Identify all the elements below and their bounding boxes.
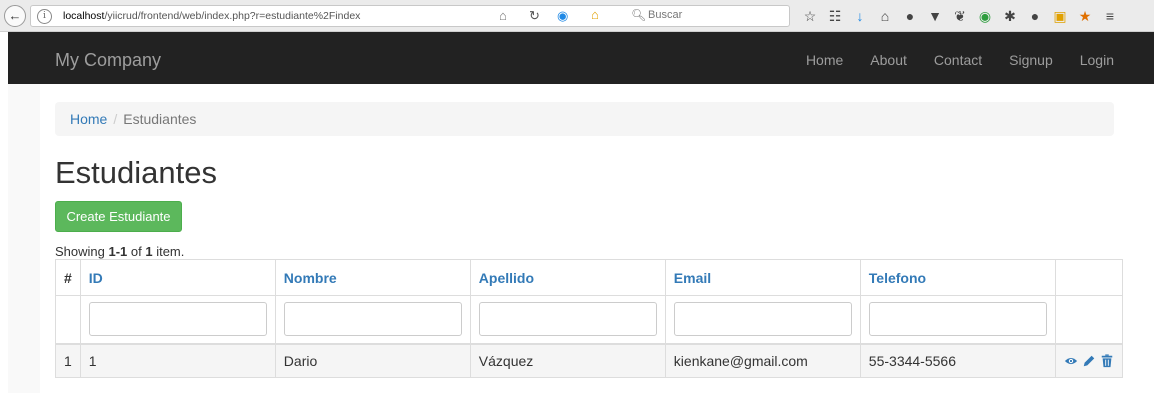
nav-contact[interactable]: Contact <box>934 52 982 68</box>
evernote-icon[interactable]: ❦ <box>952 8 968 25</box>
nav-login[interactable]: Login <box>1080 52 1114 68</box>
column-header-id[interactable]: ID <box>79 259 276 296</box>
download-icon[interactable]: ↓ <box>852 8 868 24</box>
filter-cell <box>274 295 471 345</box>
cell-id: 1 <box>79 343 276 378</box>
create-estudiante-button[interactable]: Create Estudiante <box>55 201 182 232</box>
url-text: localhost/yiicrud/frontend/web/index.php… <box>63 10 361 22</box>
search-icon: 🔍︎ <box>631 8 647 22</box>
cell-actions <box>1054 343 1123 378</box>
column-header-nombre[interactable]: Nombre <box>274 259 471 296</box>
breadcrumb-home[interactable]: Home <box>70 111 107 127</box>
reload-icon[interactable]: ↻ <box>529 8 540 24</box>
circle-icon[interactable]: ● <box>1027 8 1043 24</box>
nav-about[interactable]: About <box>870 52 907 68</box>
table-row: 1 1 Dario Vázquez kienkane@gmail.com 55-… <box>55 343 1123 378</box>
cell-nombre: Dario <box>274 343 471 378</box>
row-actions <box>1064 354 1114 368</box>
browser-toolbar: ← i localhost/yiicrud/frontend/web/index… <box>0 0 1154 32</box>
filter-row <box>55 295 1123 345</box>
filter-cell-empty <box>1054 295 1123 345</box>
filter-nombre-input[interactable] <box>283 302 462 337</box>
breadcrumb-separator: / <box>113 111 118 127</box>
filter-cell <box>469 295 666 345</box>
search-input[interactable]: Buscar <box>648 9 682 21</box>
home-icon[interactable]: ⌂ <box>877 8 893 24</box>
navbar: My Company Home About Contact Signup Log… <box>8 32 1154 84</box>
filter-cell <box>859 295 1056 345</box>
column-header-telefono[interactable]: Telefono <box>859 259 1056 296</box>
filter-telefono-input[interactable] <box>868 302 1047 337</box>
grid-summary: Showing 1-1 of 1 item. <box>55 244 185 259</box>
cell-serial: 1 <box>55 343 81 378</box>
browser-extension-icons: ☆ ☷ ↓ ⌂ ● ▼ ❦ ◉ ✱ ● ▣ ★ ≡ <box>802 6 1118 26</box>
filter-email-input[interactable] <box>673 302 852 337</box>
filter-id-input[interactable] <box>88 302 267 337</box>
pocket-icon[interactable]: ▼ <box>927 8 943 24</box>
breadcrumb: Home / Estudiantes <box>55 102 1114 136</box>
browser-search-box[interactable]: 🔍︎ Buscar <box>628 5 790 27</box>
clipboard-icon[interactable]: ☷ <box>827 8 843 25</box>
brand-link[interactable]: My Company <box>55 50 161 71</box>
extension-icon[interactable]: ◉ <box>977 8 993 25</box>
addon-icon[interactable]: ★ <box>1077 8 1093 25</box>
column-header-email[interactable]: Email <box>664 259 861 296</box>
home-icon[interactable]: ⌂ <box>591 7 599 22</box>
tools-icon[interactable]: ✱ <box>1002 8 1018 25</box>
delete-trash-icon[interactable] <box>1100 354 1114 368</box>
folder-icon[interactable]: ▣ <box>1052 8 1068 25</box>
left-gutter <box>8 84 40 393</box>
chat-icon[interactable]: ● <box>902 8 918 24</box>
page-title: Estudiantes <box>55 155 217 190</box>
cell-apellido: Vázquez <box>469 343 666 378</box>
filter-cell-empty <box>55 295 81 345</box>
header-row: # ID Nombre Apellido Email Telefono <box>55 259 1123 296</box>
menu-icon[interactable]: ≡ <box>1102 8 1118 24</box>
column-header-apellido[interactable]: Apellido <box>469 259 666 296</box>
filter-cell <box>664 295 861 345</box>
nav-signup[interactable]: Signup <box>1009 52 1053 68</box>
page-home-icon[interactable]: ⌂ <box>499 8 507 23</box>
cell-email: kienkane@gmail.com <box>664 343 861 378</box>
filter-cell <box>79 295 276 345</box>
info-icon[interactable]: i <box>37 9 52 24</box>
nav-home[interactable]: Home <box>806 52 843 68</box>
update-pencil-icon[interactable] <box>1082 354 1096 368</box>
back-arrow-icon[interactable]: ← <box>4 5 26 27</box>
column-header-serial: # <box>55 259 81 296</box>
filter-apellido-input[interactable] <box>478 302 657 337</box>
column-header-actions <box>1054 259 1123 296</box>
breadcrumb-current: Estudiantes <box>123 111 197 127</box>
nav-links: Home About Contact Signup Login <box>806 52 1114 68</box>
search-engine-icon[interactable]: ◉ <box>557 8 568 24</box>
cell-telefono: 55-3344-5566 <box>859 343 1056 378</box>
star-icon[interactable]: ☆ <box>802 8 818 25</box>
view-eye-icon[interactable] <box>1064 354 1078 368</box>
estudiantes-grid: # ID Nombre Apellido Email Telefono 1 1 … <box>55 259 1123 378</box>
